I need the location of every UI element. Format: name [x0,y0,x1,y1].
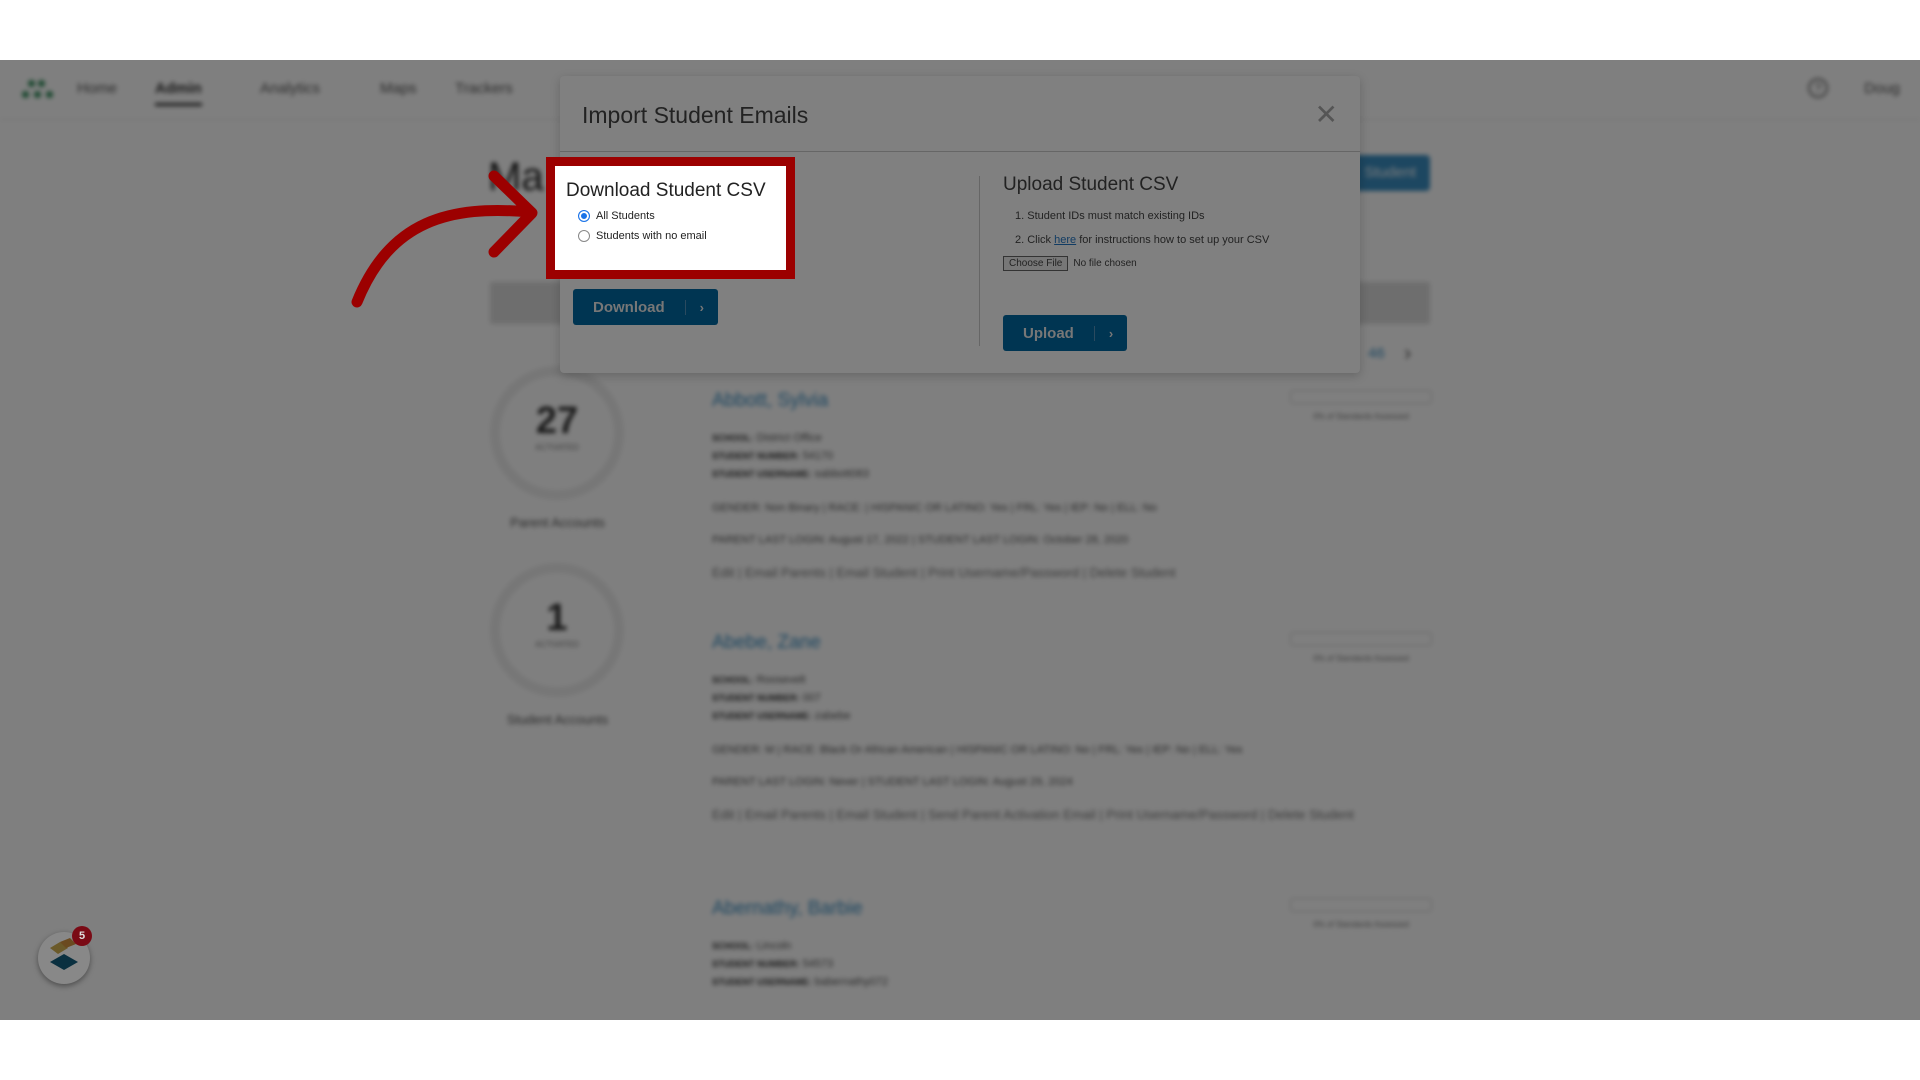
screen: Home Admin Analytics Maps Trackers ?Doug… [0,60,1920,1020]
annotation-arrow-icon [351,170,538,308]
